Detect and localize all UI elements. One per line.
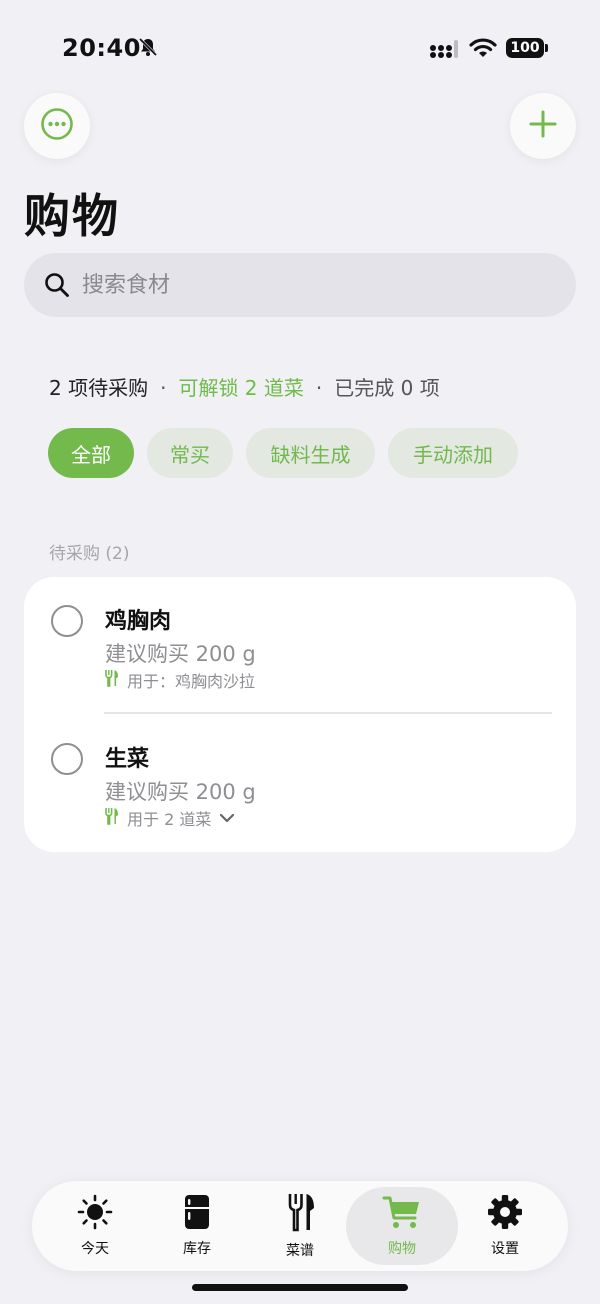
wifi-icon (469, 37, 497, 63)
separator-dot: · (315, 376, 323, 400)
cart-icon (382, 1194, 422, 1234)
tab-today[interactable]: 今天 (39, 1187, 151, 1265)
signal-icon (429, 39, 459, 63)
tab-shopping[interactable]: 购物 (346, 1187, 458, 1265)
pending-count: 2 项待采购 (49, 376, 149, 400)
status-bar: 20:40 100 (0, 0, 600, 96)
plus-icon (528, 109, 558, 143)
tab-label: 库存 (183, 1241, 211, 1257)
tab-label: 设置 (491, 1241, 519, 1257)
fork-knife-icon (281, 1192, 319, 1236)
tab-recipes[interactable]: 菜谱 (244, 1187, 356, 1265)
item-quantity: 建议购买 200 g (105, 642, 256, 666)
fork-knife-icon (105, 669, 119, 691)
tab-label: 菜谱 (286, 1243, 314, 1259)
separator-dot: · (160, 376, 167, 400)
item-checkbox[interactable] (51, 743, 83, 775)
battery-icon: 100 (506, 38, 544, 58)
search-icon (44, 272, 70, 302)
item-usage: 用于：鸡胸肉沙拉 (105, 668, 255, 692)
shopping-list-card: 鸡胸肉 建议购买 200 g 用于：鸡胸肉沙拉 生菜 建议购买 200 g 用于… (24, 577, 576, 852)
item-quantity: 建议购买 200 g (105, 780, 256, 804)
item-usage[interactable]: 用于 2 道菜 (105, 806, 235, 830)
item-name: 生菜 (105, 747, 150, 772)
filter-chip-missing[interactable]: 缺料生成 (246, 428, 375, 478)
filter-chip-all[interactable]: 全部 (48, 428, 134, 478)
item-name: 鸡胸肉 (105, 609, 172, 634)
fork-knife-icon (105, 807, 119, 829)
item-usage-text: 用于：鸡胸肉沙拉 (127, 672, 256, 691)
home-indicator (192, 1284, 408, 1291)
tab-inventory[interactable]: 库存 (141, 1187, 253, 1265)
unlock-count: 可解锁 2 道菜 (178, 376, 304, 400)
completed-count: 已完成 0 项 (334, 376, 440, 400)
tab-bar: 今天 库存 菜谱 购物 设置 (32, 1181, 568, 1271)
section-header: 待采购 (2) (49, 544, 130, 564)
battery-tip (545, 44, 548, 52)
search-input[interactable] (82, 253, 552, 317)
tab-label: 今天 (81, 1241, 109, 1257)
filter-chip-manual[interactable]: 手动添加 (388, 428, 518, 478)
add-button[interactable] (510, 93, 576, 159)
chevron-down-icon[interactable] (219, 809, 235, 828)
item-usage-text: 用于 2 道菜 (127, 810, 212, 829)
tab-settings[interactable]: 设置 (449, 1187, 561, 1265)
bell-muted-icon (138, 37, 158, 61)
sun-icon (76, 1194, 114, 1234)
more-button[interactable] (24, 93, 90, 159)
search-bar[interactable] (24, 253, 576, 317)
page-title: 购物 (24, 189, 120, 243)
item-checkbox[interactable] (51, 605, 83, 637)
tab-label: 购物 (388, 1241, 416, 1257)
item-divider (104, 712, 552, 714)
gear-icon (486, 1194, 524, 1234)
shopping-summary: 2 项待采购 · 可解锁 2 道菜 · 已完成 0 项 (49, 372, 440, 401)
ellipsis-circle-icon (40, 107, 74, 145)
fridge-icon (178, 1194, 216, 1234)
filter-chip-frequent[interactable]: 常买 (147, 428, 233, 478)
status-time: 20:40 (62, 34, 141, 62)
